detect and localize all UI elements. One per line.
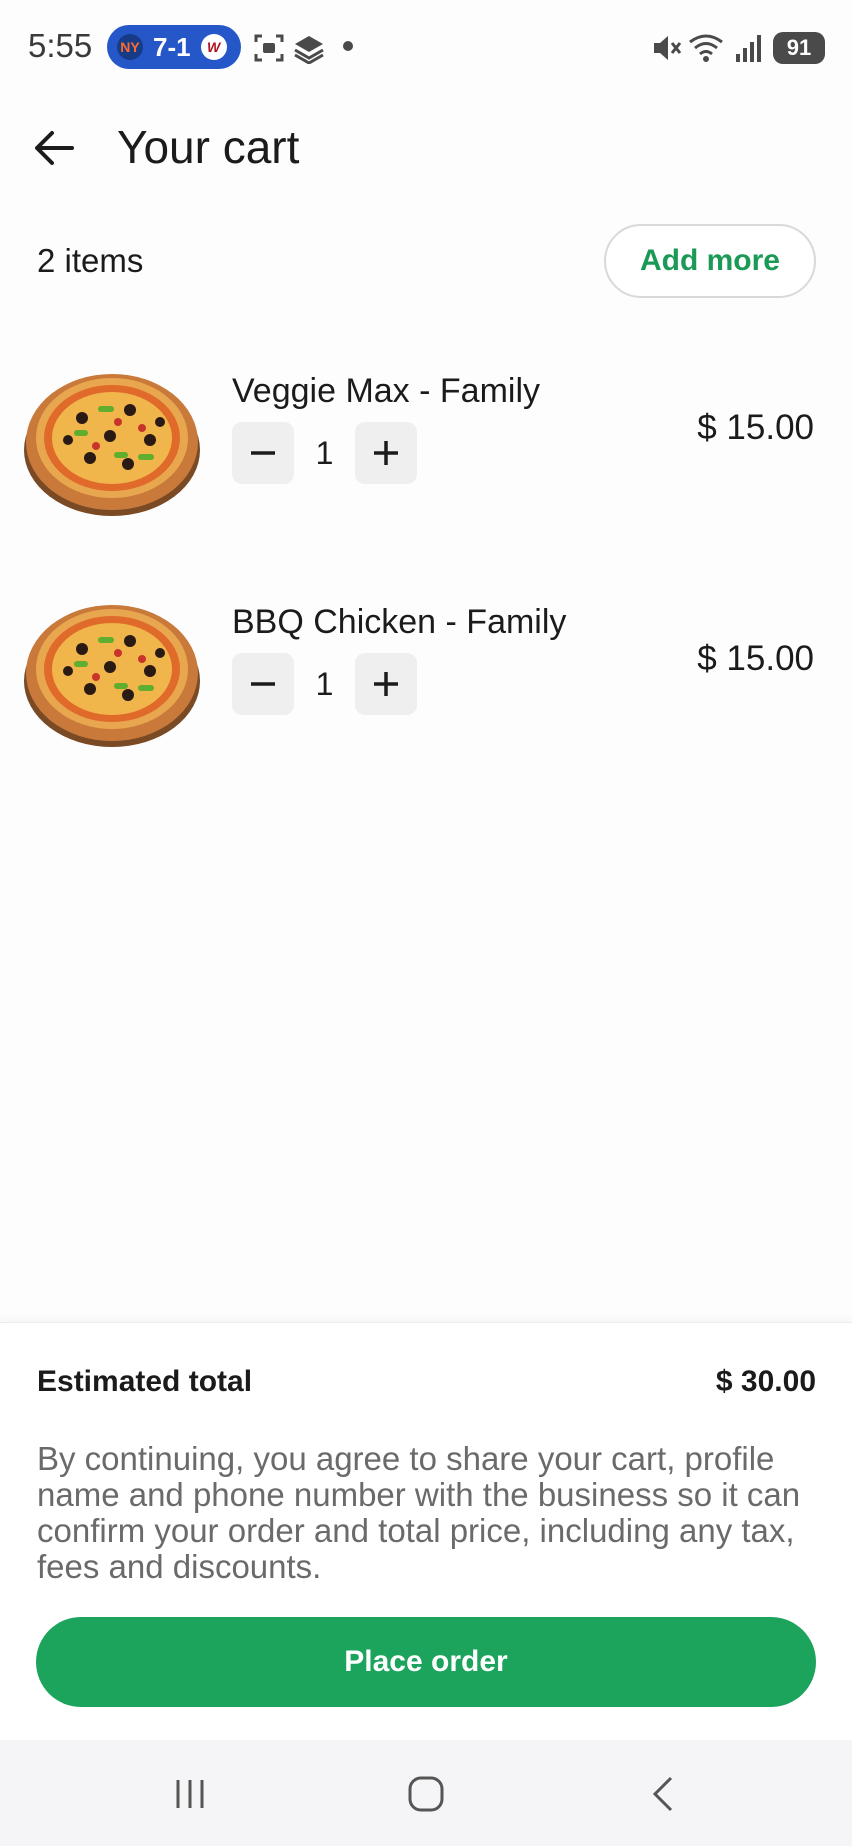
item-price: $ 15.00	[697, 639, 814, 678]
item-name: BBQ Chicken - Family	[232, 603, 567, 641]
home-button[interactable]	[396, 1766, 456, 1822]
estimated-total-label: Estimated total	[37, 1365, 253, 1398]
team-b-logo-icon: W	[200, 34, 227, 60]
plus-icon	[374, 441, 398, 465]
battery-indicator: 91	[773, 32, 825, 64]
home-icon	[408, 1776, 444, 1812]
notification-dot-icon	[343, 41, 353, 51]
chevron-left-icon	[652, 1776, 673, 1812]
pizza-image	[24, 605, 200, 747]
back-button[interactable]	[28, 122, 80, 174]
items-count: 2 items	[37, 242, 144, 279]
cart-item: BBQ Chicken - Family 1 $ 15.00	[0, 589, 852, 769]
stack-icon	[294, 36, 324, 64]
page-title: Your cart	[117, 121, 300, 173]
live-score-pill[interactable]: NY 7-1 W	[107, 25, 241, 69]
increase-quantity-button[interactable]	[355, 653, 417, 715]
add-more-button[interactable]: Add more	[604, 224, 816, 298]
recent-apps-button[interactable]	[160, 1766, 220, 1822]
back-nav-button[interactable]	[634, 1766, 694, 1822]
status-bar: 5:55 NY 7-1 W 91	[0, 0, 852, 96]
quantity-value: 1	[315, 434, 334, 471]
decrease-quantity-button[interactable]	[232, 653, 294, 715]
wifi-icon	[689, 34, 723, 62]
screenshot-icon	[254, 34, 284, 62]
checkout-panel: Estimated total $ 30.00 By continuing, y…	[0, 1322, 852, 1740]
system-nav-bar	[0, 1740, 852, 1846]
mute-icon	[654, 36, 682, 60]
team-a-logo-icon: NY	[117, 34, 143, 60]
minus-icon	[251, 682, 275, 686]
signal-icon	[736, 35, 761, 62]
arrow-left-icon	[35, 131, 74, 165]
app-header: Your cart	[0, 108, 852, 188]
cart-item: Veggie Max - Family 1 $ 15.00	[0, 358, 852, 538]
minus-icon	[251, 451, 275, 455]
plus-icon	[374, 672, 398, 696]
cart-summary-row: 2 items Add more	[0, 222, 852, 298]
pizza-image	[24, 374, 200, 516]
score-text: 7-1	[153, 31, 191, 62]
consent-disclaimer: By continuing, you agree to share your c…	[37, 1440, 801, 1585]
status-time: 5:55	[28, 27, 93, 64]
recent-apps-icon	[176, 1780, 204, 1808]
item-name: Veggie Max - Family	[232, 372, 540, 410]
quantity-value: 1	[315, 665, 334, 702]
item-price: $ 15.00	[697, 408, 814, 447]
estimated-total-value: $ 30.00	[715, 1365, 816, 1398]
decrease-quantity-button[interactable]	[232, 422, 294, 484]
cart-screen: 5:55 NY 7-1 W 91 Your cart 2 items Add m…	[0, 0, 852, 1846]
increase-quantity-button[interactable]	[355, 422, 417, 484]
place-order-button[interactable]: Place order	[36, 1617, 816, 1707]
